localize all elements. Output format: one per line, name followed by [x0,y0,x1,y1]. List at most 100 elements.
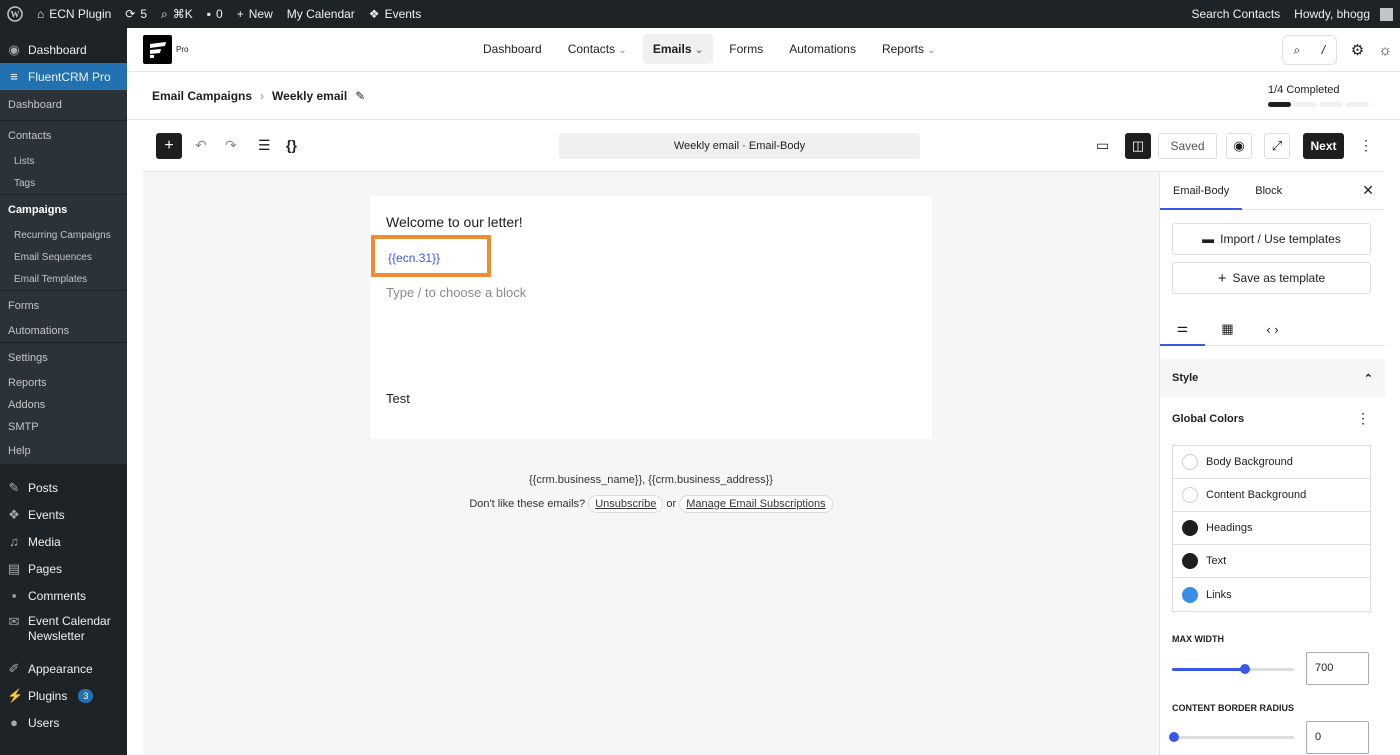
next-button[interactable]: Next [1303,133,1344,159]
sidebar-toggle-icon[interactable]: ◫ [1125,133,1151,159]
color-swatch[interactable] [1182,520,1198,536]
document-title-bar[interactable]: Weekly email · Email-Body [559,133,920,159]
add-block-button[interactable]: + [156,133,182,159]
sidebar-item-media[interactable]: ♫ Media [0,528,127,555]
submenu-tags[interactable]: Tags [0,172,127,194]
list-view-icon[interactable]: ☰ [258,137,271,154]
color-swatch[interactable] [1182,553,1198,569]
tab-style-sliders-icon[interactable]: ⚌ [1160,312,1205,346]
my-calendar-label: My Calendar [286,7,355,21]
fullscreen-icon[interactable]: ⤢ [1264,133,1290,159]
color-row[interactable]: Content Background [1173,479,1370,512]
more-options-icon[interactable]: ⋮ [1359,137,1373,163]
paragraph-block[interactable]: Test [386,391,410,406]
command-search-link[interactable]: ⌕ ⌘K [154,0,200,28]
submenu-help[interactable]: Help [0,438,127,464]
style-heading: Style [1172,372,1199,384]
sidebar-item-dashboard[interactable]: ◉ Dashboard [0,36,127,63]
desktop-preview-icon[interactable]: ▭ [1096,137,1109,163]
max-width-input[interactable]: 700 [1306,652,1369,685]
nav-reports[interactable]: Reports ⌄ [872,34,946,64]
settings-gear-icon[interactable]: ⚙ [1351,41,1364,59]
preview-eye-icon[interactable]: ◉ [1226,133,1252,159]
color-row[interactable]: Body Background [1173,446,1370,479]
nav-contacts[interactable]: Contacts ⌄ [558,34,637,64]
undo-icon[interactable]: ↶ [195,137,207,154]
more-options-icon[interactable]: ⋮ [1356,410,1370,427]
events-link[interactable]: ❖ Events [362,0,428,28]
code-braces-icon[interactable]: {} [286,137,297,153]
max-width-slider[interactable] [1172,664,1294,674]
nav-emails[interactable]: Emails ⌄ [642,34,714,64]
submenu-automations[interactable]: Automations [0,320,127,342]
sidebar-item-comments[interactable]: ▪ Comments [0,582,127,609]
submenu-forms[interactable]: Forms [0,290,127,320]
color-row[interactable]: Headings [1173,512,1370,545]
submenu-smtp[interactable]: SMTP [0,416,127,438]
slider-thumb[interactable] [1240,664,1251,674]
unsubscribe-link[interactable]: Unsubscribe [588,495,664,513]
comments-link[interactable]: ▪ 0 [200,0,230,28]
paragraph-block[interactable]: Welcome to our letter! [386,214,523,230]
new-content-link[interactable]: + New [230,0,280,28]
nav-dashboard[interactable]: Dashboard [473,34,552,64]
submenu-dashboard[interactable]: Dashboard [0,90,127,120]
sidebar-item-appearance[interactable]: ✐ Appearance [0,655,127,682]
tab-code-icon[interactable]: ‹ › [1250,312,1295,346]
sidebar-label: Events [28,507,65,522]
submenu-campaigns[interactable]: Campaigns [0,194,127,224]
shortcode-block[interactable]: {{ecn.31}} [388,251,440,265]
redo-icon[interactable]: ↷ [225,137,237,154]
theme-toggle-sun-icon[interactable]: ☼ [1378,42,1392,59]
edit-pencil-icon[interactable]: ✎ [355,89,365,103]
submenu-sequences[interactable]: Email Sequences [0,246,127,268]
submenu-addons[interactable]: Addons [0,394,127,416]
editor-toolbar: + ↶ ↷ ☰ {} Weekly email · Email-Body ▭ ◫… [143,120,1384,172]
tab-block[interactable]: Block [1242,172,1295,210]
tab-email-body[interactable]: Email-Body [1160,172,1243,210]
ecn-line2: Newsletter [28,629,85,643]
submenu-templates[interactable]: Email Templates [0,268,127,290]
submenu-settings[interactable]: Settings [0,342,127,372]
sidebar-item-pages[interactable]: ▤ Pages [0,555,127,582]
sidebar-item-ecn[interactable]: ✉ Event Calendar Newsletter [0,609,127,649]
color-swatch[interactable] [1182,586,1198,603]
border-radius-input[interactable]: 0 [1306,721,1369,754]
submenu-lists[interactable]: Lists [0,150,127,172]
color-row[interactable]: Text [1173,545,1370,578]
close-icon[interactable]: ✕ [1362,182,1374,199]
color-swatch[interactable] [1182,487,1198,503]
my-calendar-link[interactable]: My Calendar [280,0,362,28]
nav-automations[interactable]: Automations [779,34,866,64]
color-row[interactable]: Links [1173,578,1370,611]
submenu-recurring[interactable]: Recurring Campaigns [0,224,127,246]
style-section-header[interactable]: Style ⌃ [1160,359,1385,397]
slider-thumb[interactable] [1169,732,1179,742]
fluentcrm-logo-icon[interactable] [143,35,172,64]
submenu-reports[interactable]: Reports [0,372,127,394]
account-menu[interactable]: Howdy, bhogg [1287,0,1400,28]
updates-link[interactable]: ⟳ 5 [118,0,154,28]
block-placeholder[interactable]: Type / to choose a block [386,285,526,300]
tab-layout-icon[interactable]: ▦ [1205,312,1250,346]
sidebar-item-users[interactable]: ● Users [0,709,127,736]
search-contacts-link[interactable]: Search Contacts [1184,0,1287,28]
sidebar-item-posts[interactable]: ✎ Posts [0,474,127,501]
wp-logo-icon[interactable]: W [0,0,30,28]
sidebar-item-plugins[interactable]: ⚡ Plugins 3 [0,682,127,709]
breadcrumb-bar: Email Campaigns › Weekly email ✎ 1/4 Com… [127,72,1400,120]
save-template-button[interactable]: + Save as template [1172,262,1371,294]
color-swatch[interactable] [1182,454,1198,470]
slider-fill [1172,668,1246,671]
breadcrumb-parent-link[interactable]: Email Campaigns [152,89,252,103]
nav-forms[interactable]: Forms [719,34,773,64]
saved-button[interactable]: Saved [1158,133,1217,159]
sidebar-item-events[interactable]: ❖ Events [0,501,127,528]
sidebar-item-fluentcrm[interactable]: ≡ FluentCRM Pro [0,63,127,90]
site-name-link[interactable]: ⌂ ECN Plugin [30,0,118,28]
manage-subscriptions-link[interactable]: Manage Email Subscriptions [679,495,833,513]
global-search-button[interactable]: ⌕ / [1281,35,1337,65]
import-templates-button[interactable]: ▬ Import / Use templates [1172,223,1371,255]
border-radius-slider[interactable] [1169,732,1294,742]
submenu-contacts[interactable]: Contacts [0,120,127,150]
